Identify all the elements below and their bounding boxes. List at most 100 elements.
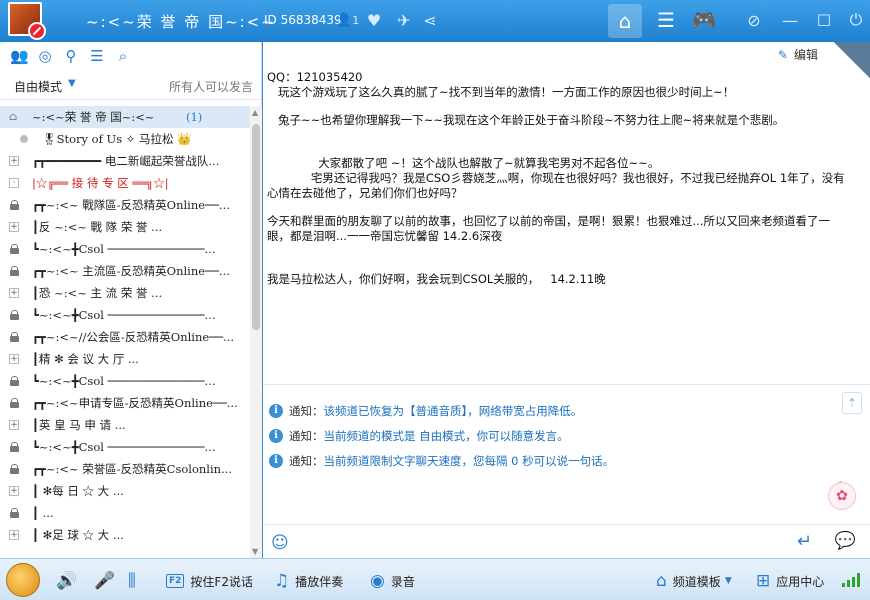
members-icon[interactable]: 👥 xyxy=(10,47,29,65)
search-icon[interactable]: ⌕ xyxy=(114,47,132,65)
channel-tree-label: ┗~:<~╋Csol ──────────────... xyxy=(32,440,216,454)
channel-tree-row[interactable]: · |☆╔══ 接 待 专 区 ══╗☆| xyxy=(0,172,250,194)
location-icon[interactable]: ⚲ xyxy=(62,47,80,65)
lock-icon[interactable] xyxy=(10,442,19,452)
channel-template-button[interactable]: ⌂ 频道模板 ▼ xyxy=(656,571,732,591)
microphone-icon[interactable]: 🎤 xyxy=(94,571,121,591)
channel-tree-label: ~:<~荣 誉 帝 国~:<~ xyxy=(32,110,155,124)
channel-tree-row[interactable]: ┗~:<~╋Csol ──────────────... xyxy=(0,238,250,260)
channel-tree-row[interactable]: ┏┳~:<~ 戰隊區-反恐精英Online──... xyxy=(0,194,250,216)
lock-icon[interactable] xyxy=(10,464,19,474)
chat-input-area[interactable]: ☺ ↵ 💬 xyxy=(263,524,870,558)
channel-tree-row[interactable]: ┏┳~:<~ 主流區-反恐精英Online──... xyxy=(0,260,250,282)
channel-avatar[interactable] xyxy=(8,2,46,40)
channel-tree-row[interactable]: ┏┳~:<~申请专區-反恐精英Online──... xyxy=(0,392,250,414)
lock-icon[interactable] xyxy=(10,310,19,320)
gamepad-icon[interactable]: 🎮 xyxy=(692,8,717,32)
lock-icon[interactable] xyxy=(10,200,19,210)
scroll-to-top-icon[interactable]: ⇡ xyxy=(842,392,862,414)
expand-icon[interactable]: + xyxy=(9,288,19,298)
chat-panel: ✎ 编辑 QQ：121035420 玩这个游戏玩了这么久真的腻了~找不到当年的激情… xyxy=(263,42,870,558)
channel-tree-row[interactable]: + ┏┳━━━━━━━━ 电二新崛起荣誉战队... xyxy=(0,150,250,172)
flower-gift-icon[interactable]: ✿ xyxy=(828,482,856,510)
channel-tree-row[interactable]: ┏┳~:<~//公会區-反恐精英Online──... xyxy=(0,326,250,348)
channel-tree-row[interactable]: ┗~:<~╋Csol ──────────────... xyxy=(0,436,250,458)
channel-tree-row[interactable]: ┃ ... xyxy=(0,502,250,524)
plane-icon[interactable]: ✈ xyxy=(394,10,414,30)
channel-tree: ⌂ ~:<~荣 誉 帝 国~:<~ (1) 🎖Story of Us ✧ 马拉松 👑 +… xyxy=(0,106,250,558)
lock-icon[interactable] xyxy=(10,508,19,518)
tree-scrollbar[interactable]: ▲ ▼ xyxy=(250,106,262,558)
expand-icon[interactable]: · xyxy=(9,178,19,188)
system-notice: i 通知：该频道已恢复为【普通音质】，网络带宽占用降低。 xyxy=(269,402,829,427)
channel-tree-row[interactable]: ⌂ ~:<~荣 誉 帝 国~:<~ (1) xyxy=(0,106,250,128)
chat-message-line: QQ：121035420 xyxy=(267,70,363,84)
user-count[interactable]: 👤 1 xyxy=(336,10,359,30)
channel-tree-label: 🎖Story of Us ✧ 马拉松 👑 xyxy=(42,132,192,146)
notice-text: 当前频道的模式是 自由模式，你可以随意发言。 xyxy=(323,429,569,443)
expand-icon[interactable]: + xyxy=(9,530,19,540)
channel-tree-row[interactable]: + ┃ ✻足 球 ☆ 大 ... xyxy=(0,524,250,546)
chevron-down-icon: ▼ xyxy=(724,576,732,586)
push-to-talk-button[interactable]: F2 按住F2说话 xyxy=(166,571,253,591)
channel-tree-row[interactable]: ┗~:<~╋Csol ──────────────... xyxy=(0,304,250,326)
chat-message-line: 宅男还记得我吗？我是CSO彡蓉娆芝灬啊，你现在也很好吗？我也很好，不过我已经抛弃… xyxy=(267,171,845,185)
no-disturb-icon[interactable]: ⊘ xyxy=(744,10,764,30)
chat-message: 我是马拉松达人，你们好啊，我会玩到CSOL关服的， 14.2.11晚 xyxy=(267,257,863,287)
lock-icon[interactable] xyxy=(10,266,19,276)
yy-logo-icon[interactable] xyxy=(6,563,40,597)
expand-icon[interactable]: + xyxy=(9,486,19,496)
expand-icon[interactable]: + xyxy=(9,222,19,232)
mode-selector[interactable]: 自由模式 ▼ 所有人可以发言 xyxy=(0,70,261,100)
edit-button[interactable]: ✎ 编辑 xyxy=(778,46,818,63)
chat-divider xyxy=(263,384,870,385)
expand-icon[interactable]: + xyxy=(9,354,19,364)
scroll-thumb[interactable] xyxy=(252,124,260,330)
list-icon[interactable]: ☰ xyxy=(656,8,676,32)
scroll-up-icon[interactable]: ▲ xyxy=(252,108,258,117)
scroll-down-icon[interactable]: ▼ xyxy=(252,547,258,556)
channel-tree-label: ┏┳~:<~//公会區-反恐精英Online──... xyxy=(32,330,234,344)
banned-icon xyxy=(28,22,46,40)
channel-tree-label: ┏┳~:<~ 荣誉區-反恐精英Csolonlin... xyxy=(32,462,233,476)
share-icon[interactable]: ⋖ xyxy=(420,10,440,30)
home-icon[interactable]: ⌂ xyxy=(608,4,642,38)
speaker-icon[interactable]: 🔊 xyxy=(56,571,83,591)
channel-tree-row[interactable]: + ┃ ✻每 日 ☆ 大 ... xyxy=(0,480,250,502)
lock-icon[interactable] xyxy=(10,398,19,408)
play-accompaniment-button[interactable]: ♫ 播放伴奏 xyxy=(274,571,343,591)
emoji-icon[interactable]: ☺ xyxy=(271,533,289,553)
channel-tree-row[interactable]: + ┃反 ~:<~ 戰 隊 荣 誉 ... xyxy=(0,216,250,238)
mode-hint: 所有人可以发言 xyxy=(168,80,253,94)
history-icon[interactable]: ◎ xyxy=(36,47,54,65)
power-icon[interactable]: ⏻ xyxy=(846,10,866,30)
record-button[interactable]: ◉ 录音 xyxy=(370,571,415,591)
send-enter-icon[interactable]: ↵ xyxy=(797,531,812,552)
lock-icon[interactable] xyxy=(10,376,19,386)
channel-tree-row[interactable]: + ┃恐 ~:<~ 主 流 荣 誉 ... xyxy=(0,282,250,304)
lock-icon[interactable] xyxy=(10,244,19,254)
chat-message-line: 兔子~~也希望你理解我一下~~我现在这个年龄正处于奋斗阶段~不努力往上爬~将来就… xyxy=(267,113,785,127)
maximize-icon[interactable]: ☐ xyxy=(814,10,834,30)
channel-member[interactable]: 🎖Story of Us ✧ 马拉松 👑 xyxy=(0,128,250,150)
expand-icon[interactable]: + xyxy=(9,156,19,166)
app-center-button[interactable]: ⊞ 应用中心 xyxy=(756,571,824,591)
chat-bubble-icon[interactable]: 💬 xyxy=(835,531,856,551)
chat-message-line: 我是马拉松达人，你们好啊，我会玩到CSOL关服的， 14.2.11晚 xyxy=(267,272,606,286)
chat-message-line xyxy=(267,257,863,272)
channel-tree-row[interactable]: + ┃精 ✻ 会 议 大 厅 ... xyxy=(0,348,250,370)
mixer-icon[interactable]: ⫼ xyxy=(128,571,142,591)
info-icon: i xyxy=(269,404,283,418)
home-icon[interactable]: ⌂ xyxy=(9,111,17,122)
fans-icon[interactable]: ♥ xyxy=(364,10,384,30)
channel-tree-row[interactable]: ┗~:<~╋Csol ──────────────... xyxy=(0,370,250,392)
channel-tree-row[interactable]: ┏┳~:<~ 荣誉區-反恐精英Csolonlin... xyxy=(0,458,250,480)
minimize-icon[interactable]: — xyxy=(780,10,800,30)
channel-user-count: (1) xyxy=(186,110,203,124)
expand-icon[interactable]: + xyxy=(9,420,19,430)
lock-icon[interactable] xyxy=(10,332,19,342)
system-notice: i 通知：当前频道限制文字聊天速度，您每隔 0 秒可以说一句话。 xyxy=(269,452,829,477)
announcement-icon[interactable]: ☰ xyxy=(88,47,106,65)
chevron-down-icon: ▼ xyxy=(68,78,76,89)
channel-tree-row[interactable]: + ┃英 皇 马 申 请 ... xyxy=(0,414,250,436)
